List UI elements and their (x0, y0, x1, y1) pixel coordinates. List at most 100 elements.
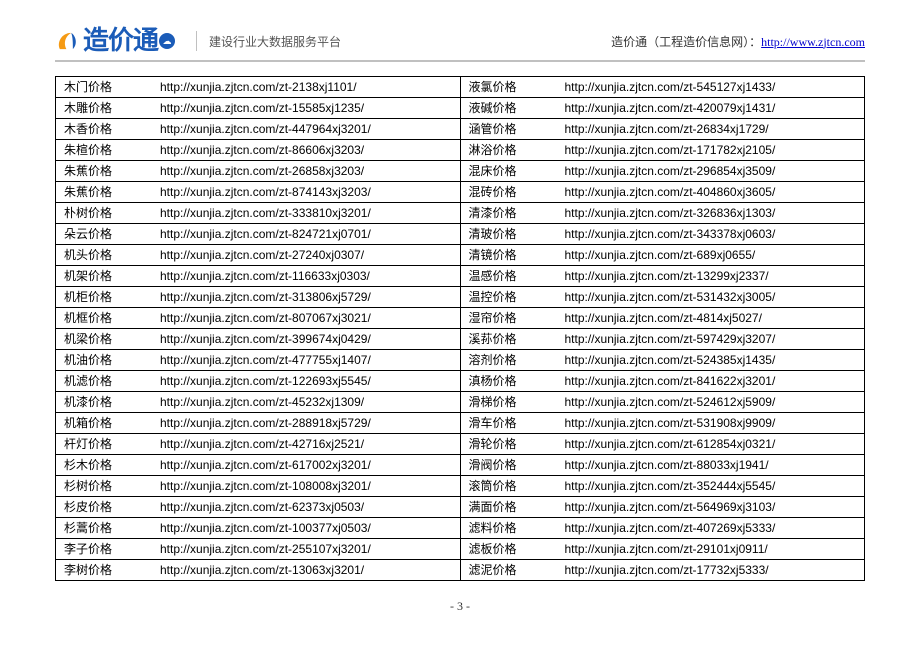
row-url[interactable]: http://xunjia.zjtcn.com/zt-524612xj5909/ (561, 392, 865, 412)
row-url[interactable]: http://xunjia.zjtcn.com/zt-296854xj3509/ (561, 161, 865, 181)
row-url[interactable]: http://xunjia.zjtcn.com/zt-352444xj5545/ (561, 476, 865, 496)
row-url[interactable]: http://xunjia.zjtcn.com/zt-617002xj3201/ (156, 455, 460, 475)
table-row: 液碱价格http://xunjia.zjtcn.com/zt-420079xj1… (461, 98, 865, 119)
row-name: 液氯价格 (461, 77, 561, 97)
row-url[interactable]: http://xunjia.zjtcn.com/zt-15585xj1235/ (156, 98, 460, 118)
row-url[interactable]: http://xunjia.zjtcn.com/zt-597429xj3207/ (561, 329, 865, 349)
table-row: 滚筒价格http://xunjia.zjtcn.com/zt-352444xj5… (461, 476, 865, 497)
row-url[interactable]: http://xunjia.zjtcn.com/zt-62373xj0503/ (156, 497, 460, 517)
row-url[interactable]: http://xunjia.zjtcn.com/zt-404860xj3605/ (561, 182, 865, 202)
row-name: 滤料价格 (461, 518, 561, 538)
table-row: 机滤价格http://xunjia.zjtcn.com/zt-122693xj5… (56, 371, 460, 392)
row-url[interactable]: http://xunjia.zjtcn.com/zt-13063xj3201/ (156, 560, 460, 580)
table-row: 木门价格http://xunjia.zjtcn.com/zt-2138xj110… (56, 77, 460, 98)
row-url[interactable]: http://xunjia.zjtcn.com/zt-313806xj5729/ (156, 287, 460, 307)
row-url[interactable]: http://xunjia.zjtcn.com/zt-27240xj0307/ (156, 245, 460, 265)
row-name: 杉皮价格 (56, 497, 156, 517)
row-url[interactable]: http://xunjia.zjtcn.com/zt-171782xj2105/ (561, 140, 865, 160)
table-row: 机箱价格http://xunjia.zjtcn.com/zt-288918xj5… (56, 413, 460, 434)
row-name: 清镜价格 (461, 245, 561, 265)
table-row: 杉木价格http://xunjia.zjtcn.com/zt-617002xj3… (56, 455, 460, 476)
table-row: 滑车价格http://xunjia.zjtcn.com/zt-531908xj9… (461, 413, 865, 434)
row-name: 李子价格 (56, 539, 156, 559)
table-row: 温感价格http://xunjia.zjtcn.com/zt-13299xj23… (461, 266, 865, 287)
table-row: 滑梯价格http://xunjia.zjtcn.com/zt-524612xj5… (461, 392, 865, 413)
row-url[interactable]: http://xunjia.zjtcn.com/zt-88033xj1941/ (561, 455, 865, 475)
row-url[interactable]: http://xunjia.zjtcn.com/zt-874143xj3203/ (156, 182, 460, 202)
row-url[interactable]: http://xunjia.zjtcn.com/zt-116633xj0303/ (156, 266, 460, 286)
row-url[interactable]: http://xunjia.zjtcn.com/zt-326836xj1303/ (561, 203, 865, 223)
row-url[interactable]: http://xunjia.zjtcn.com/zt-689xj0655/ (561, 245, 865, 265)
table-row: 滇杨价格http://xunjia.zjtcn.com/zt-841622xj3… (461, 371, 865, 392)
row-url[interactable]: http://xunjia.zjtcn.com/zt-407269xj5333/ (561, 518, 865, 538)
row-name: 机头价格 (56, 245, 156, 265)
row-url[interactable]: http://xunjia.zjtcn.com/zt-122693xj5545/ (156, 371, 460, 391)
row-url[interactable]: http://xunjia.zjtcn.com/zt-42716xj2521/ (156, 434, 460, 454)
row-url[interactable]: http://xunjia.zjtcn.com/zt-564969xj3103/ (561, 497, 865, 517)
table-row: 杉皮价格http://xunjia.zjtcn.com/zt-62373xj05… (56, 497, 460, 518)
table-row: 清镜价格http://xunjia.zjtcn.com/zt-689xj0655… (461, 245, 865, 266)
row-url[interactable]: http://xunjia.zjtcn.com/zt-2138xj1101/ (156, 77, 460, 97)
row-url[interactable]: http://xunjia.zjtcn.com/zt-807067xj3021/ (156, 308, 460, 328)
table-row: 滑阀价格http://xunjia.zjtcn.com/zt-88033xj19… (461, 455, 865, 476)
row-name: 机架价格 (56, 266, 156, 286)
table-row: 温控价格http://xunjia.zjtcn.com/zt-531432xj3… (461, 287, 865, 308)
row-url[interactable]: http://xunjia.zjtcn.com/zt-531432xj3005/ (561, 287, 865, 307)
table-column-right: 液氯价格http://xunjia.zjtcn.com/zt-545127xj1… (461, 77, 865, 580)
row-url[interactable]: http://xunjia.zjtcn.com/zt-29101xj0911/ (561, 539, 865, 559)
row-name: 滤板价格 (461, 539, 561, 559)
table-row: 淋浴价格http://xunjia.zjtcn.com/zt-171782xj2… (461, 140, 865, 161)
table-row: 杆灯价格http://xunjia.zjtcn.com/zt-42716xj25… (56, 434, 460, 455)
row-url[interactable]: http://xunjia.zjtcn.com/zt-545127xj1433/ (561, 77, 865, 97)
row-url[interactable]: http://xunjia.zjtcn.com/zt-45232xj1309/ (156, 392, 460, 412)
row-url[interactable]: http://xunjia.zjtcn.com/zt-824721xj0701/ (156, 224, 460, 244)
row-url[interactable]: http://xunjia.zjtcn.com/zt-612854xj0321/ (561, 434, 865, 454)
row-name: 朱蕉价格 (56, 161, 156, 181)
row-name: 李树价格 (56, 560, 156, 580)
page-number: - 3 - (55, 599, 865, 614)
row-url[interactable]: http://xunjia.zjtcn.com/zt-524385xj1435/ (561, 350, 865, 370)
row-url[interactable]: http://xunjia.zjtcn.com/zt-288918xj5729/ (156, 413, 460, 433)
table-row: 溪荪价格http://xunjia.zjtcn.com/zt-597429xj3… (461, 329, 865, 350)
row-url[interactable]: http://xunjia.zjtcn.com/zt-333810xj3201/ (156, 203, 460, 223)
row-url[interactable]: http://xunjia.zjtcn.com/zt-477755xj1407/ (156, 350, 460, 370)
table-row: 机梁价格http://xunjia.zjtcn.com/zt-399674xj0… (56, 329, 460, 350)
row-url[interactable]: http://xunjia.zjtcn.com/zt-26858xj3203/ (156, 161, 460, 181)
table-row: 杉蒿价格http://xunjia.zjtcn.com/zt-100377xj0… (56, 518, 460, 539)
table-row: 李树价格http://xunjia.zjtcn.com/zt-13063xj32… (56, 560, 460, 580)
header-right: 造价通（工程造价信息网）：http://www.zjtcn.com (611, 33, 865, 50)
row-url[interactable]: http://xunjia.zjtcn.com/zt-531908xj9909/ (561, 413, 865, 433)
row-url[interactable]: http://xunjia.zjtcn.com/zt-420079xj1431/ (561, 98, 865, 118)
page-container: 造价通 ☁ 建设行业大数据服务平台 造价通（工程造价信息网）：http://ww… (0, 0, 920, 626)
row-url[interactable]: http://xunjia.zjtcn.com/zt-447964xj3201/ (156, 119, 460, 139)
row-url[interactable]: http://xunjia.zjtcn.com/zt-100377xj0503/ (156, 518, 460, 538)
row-url[interactable]: http://xunjia.zjtcn.com/zt-255107xj3201/ (156, 539, 460, 559)
table-column-left: 木门价格http://xunjia.zjtcn.com/zt-2138xj110… (56, 77, 461, 580)
row-url[interactable]: http://xunjia.zjtcn.com/zt-26834xj1729/ (561, 119, 865, 139)
row-name: 朴树价格 (56, 203, 156, 223)
table-row: 朱楦价格http://xunjia.zjtcn.com/zt-86606xj32… (56, 140, 460, 161)
page-header: 造价通 ☁ 建设行业大数据服务平台 造价通（工程造价信息网）：http://ww… (55, 28, 865, 62)
row-name: 机漆价格 (56, 392, 156, 412)
row-url[interactable]: http://xunjia.zjtcn.com/zt-399674xj0429/ (156, 329, 460, 349)
table-row: 混床价格http://xunjia.zjtcn.com/zt-296854xj3… (461, 161, 865, 182)
row-name: 朵云价格 (56, 224, 156, 244)
header-link[interactable]: http://www.zjtcn.com (761, 35, 865, 49)
row-name: 机箱价格 (56, 413, 156, 433)
row-url[interactable]: http://xunjia.zjtcn.com/zt-86606xj3203/ (156, 140, 460, 160)
row-url[interactable]: http://xunjia.zjtcn.com/zt-841622xj3201/ (561, 371, 865, 391)
row-url[interactable]: http://xunjia.zjtcn.com/zt-4814xj5027/ (561, 308, 865, 328)
table-row: 朱蕉价格http://xunjia.zjtcn.com/zt-874143xj3… (56, 182, 460, 203)
row-url[interactable]: http://xunjia.zjtcn.com/zt-343378xj0603/ (561, 224, 865, 244)
table-row: 木香价格http://xunjia.zjtcn.com/zt-447964xj3… (56, 119, 460, 140)
table-row: 机框价格http://xunjia.zjtcn.com/zt-807067xj3… (56, 308, 460, 329)
table-row: 机架价格http://xunjia.zjtcn.com/zt-116633xj0… (56, 266, 460, 287)
data-table: 木门价格http://xunjia.zjtcn.com/zt-2138xj110… (55, 76, 865, 581)
row-url[interactable]: http://xunjia.zjtcn.com/zt-17732xj5333/ (561, 560, 865, 580)
row-url[interactable]: http://xunjia.zjtcn.com/zt-13299xj2337/ (561, 266, 865, 286)
tagline: 建设行业大数据服务平台 (209, 33, 341, 50)
row-name: 清漆价格 (461, 203, 561, 223)
logo: 造价通 ☁ (55, 28, 174, 54)
table-row: 机漆价格http://xunjia.zjtcn.com/zt-45232xj13… (56, 392, 460, 413)
row-url[interactable]: http://xunjia.zjtcn.com/zt-108008xj3201/ (156, 476, 460, 496)
